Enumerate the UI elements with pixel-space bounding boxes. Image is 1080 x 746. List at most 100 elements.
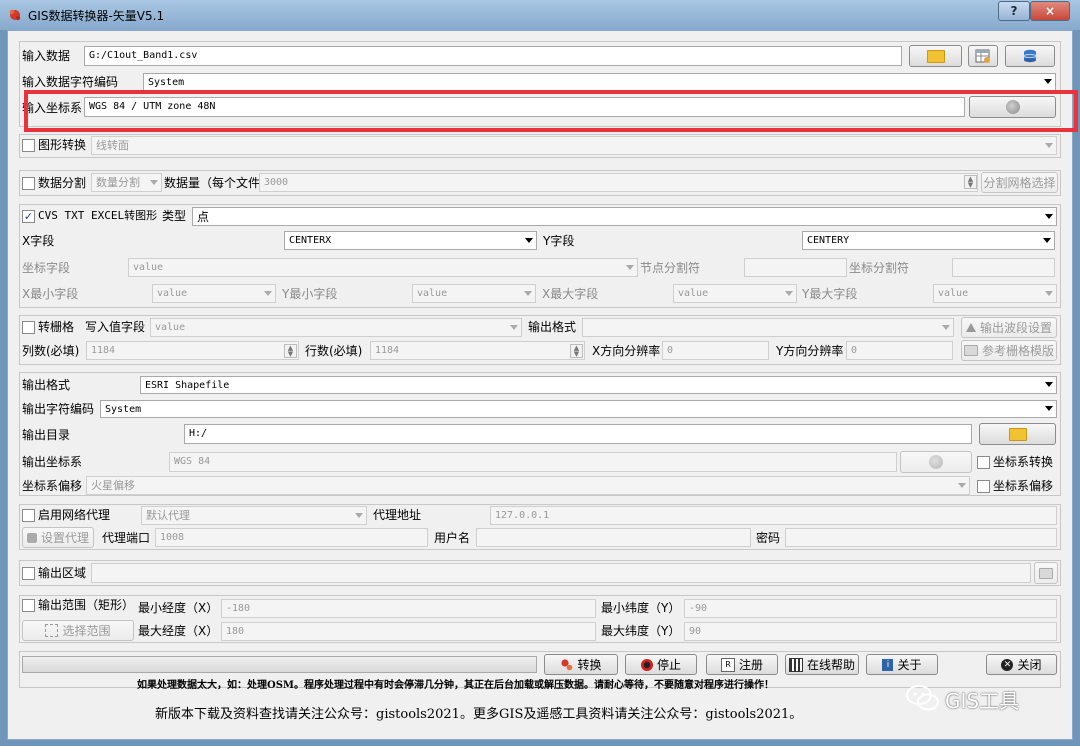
- online-help-button[interactable]: 在线帮助: [785, 654, 859, 675]
- globe-icon: [929, 455, 943, 469]
- raster-template-button[interactable]: 参考栅格模版: [961, 340, 1057, 361]
- output-dir-button[interactable]: [979, 423, 1056, 445]
- chevron-down-icon: [1045, 142, 1053, 148]
- chevron-down-icon: [524, 290, 532, 296]
- extent-checkbox[interactable]: [22, 599, 35, 612]
- split-checkbox[interactable]: [22, 177, 35, 190]
- raster-checkbox[interactable]: [22, 321, 35, 334]
- chevron-down-icon: [264, 290, 272, 296]
- qr-code-icon: [788, 657, 803, 672]
- min-lat-field[interactable]: -90: [684, 599, 1057, 618]
- max-lon-field[interactable]: 180: [221, 622, 596, 641]
- window-close-button[interactable]: ×: [1030, 1, 1070, 21]
- proxy-checkbox[interactable]: [22, 509, 35, 522]
- split-mode-value: 数量分割: [96, 176, 140, 189]
- cols-field[interactable]: 1184: [86, 341, 299, 360]
- proxy-pass-field[interactable]: [785, 528, 1057, 547]
- crs-offset-value: 火星偏移: [91, 479, 135, 492]
- geometry-select[interactable]: 线转面: [91, 136, 1057, 155]
- raster-format-select[interactable]: [582, 318, 954, 337]
- band-settings-label: 输出波段设置: [979, 321, 1052, 335]
- input-encoding-label: 输入数据字符编码: [22, 75, 119, 89]
- crs-offset-select[interactable]: 火星偏移: [86, 476, 970, 495]
- split-count-label: 数据量（每个文件: [164, 176, 261, 190]
- y-field-select[interactable]: CENTERY: [802, 231, 1055, 250]
- proxy-settings-button[interactable]: 设置代理: [22, 527, 94, 548]
- region-field[interactable]: [91, 563, 1031, 583]
- table-icon: [975, 49, 990, 63]
- xres-field[interactable]: 0: [662, 341, 769, 360]
- coord-field-select[interactable]: value: [128, 258, 638, 277]
- database-icon: [1023, 49, 1037, 63]
- raster-field-select[interactable]: value: [150, 318, 522, 337]
- node-sep-field[interactable]: [744, 258, 847, 277]
- coord-sep-field[interactable]: [952, 258, 1055, 277]
- crs-offset-checkbox[interactable]: [977, 480, 990, 493]
- ymax-field-select[interactable]: value: [933, 284, 1057, 303]
- split-mode-select[interactable]: 数量分割: [91, 173, 162, 192]
- register-button[interactable]: R 注册: [706, 654, 778, 675]
- y-field-label: Y字段: [543, 234, 575, 248]
- region-browse-button[interactable]: [1034, 562, 1058, 584]
- database-button[interactable]: [1005, 45, 1055, 67]
- region-checkbox[interactable]: [22, 567, 35, 580]
- geometry-value: 线转面: [96, 139, 129, 152]
- csv-type-select[interactable]: 点: [192, 207, 1057, 226]
- help-button[interactable]: ?: [998, 1, 1030, 21]
- csv-checkbox[interactable]: ✓: [22, 210, 35, 223]
- proxy-port-label: 代理端口: [102, 531, 151, 545]
- folder-icon: [1039, 567, 1053, 579]
- output-crs-button[interactable]: [900, 451, 972, 473]
- stop-label: 停止: [656, 658, 681, 672]
- output-format-select[interactable]: ESRI Shapefile: [140, 376, 1057, 394]
- band-settings-button[interactable]: 输出波段设置: [961, 317, 1057, 338]
- geometry-checkbox[interactable]: [22, 139, 35, 152]
- xmin-field-select[interactable]: value: [152, 284, 276, 303]
- output-dir-field[interactable]: H:/: [184, 424, 972, 444]
- proxy-mode-select[interactable]: 默认代理: [141, 506, 367, 525]
- chevron-down-icon: [1044, 79, 1052, 84]
- proxy-addr-field[interactable]: 127.0.0.1: [490, 506, 1057, 525]
- output-encoding-select[interactable]: System: [100, 400, 1057, 418]
- table-button[interactable]: [968, 45, 998, 67]
- split-grid-button[interactable]: 分割网格选择: [981, 172, 1058, 193]
- close-button[interactable]: ✕ 关闭: [986, 654, 1057, 675]
- min-lon-label: 最小经度（X）: [138, 601, 219, 615]
- input-data-field[interactable]: G:/C1out_Band1.csv: [84, 46, 902, 66]
- csv-label: CVS TXT EXCEL转图形: [38, 209, 158, 222]
- yres-field[interactable]: 0: [846, 341, 953, 360]
- input-encoding-select[interactable]: System: [143, 73, 1056, 91]
- raster-format-label: 输出格式: [528, 320, 577, 334]
- rows-field[interactable]: 1184: [370, 341, 585, 360]
- convert-button[interactable]: 转换: [544, 654, 618, 675]
- select-extent-button[interactable]: 选择范围: [22, 620, 134, 641]
- xmax-field-select[interactable]: value: [673, 284, 797, 303]
- yres-label: Y方向分辨率: [776, 344, 844, 358]
- x-field-label: X字段: [22, 234, 55, 248]
- stop-button[interactable]: 停止: [625, 654, 697, 675]
- chevron-down-icon: [150, 179, 158, 185]
- proxy-port-field[interactable]: 1008: [155, 528, 428, 547]
- spin-arrows-icon[interactable]: ▲ ▼: [284, 344, 297, 358]
- open-file-button[interactable]: [909, 45, 962, 67]
- crs-convert-checkbox[interactable]: [977, 456, 990, 469]
- proxy-user-field[interactable]: [476, 528, 751, 547]
- ymin-field-select[interactable]: value: [412, 284, 536, 303]
- crs-convert-label: 坐标系转换: [993, 455, 1054, 469]
- proxy-settings-label: 设置代理: [40, 531, 89, 545]
- split-count-field[interactable]: 3000: [259, 173, 978, 192]
- spin-arrows-icon[interactable]: ▲ ▼: [964, 175, 977, 189]
- max-lat-field[interactable]: 90: [684, 622, 1057, 641]
- x-field-select[interactable]: CENTERX: [284, 231, 537, 250]
- chevron-down-icon: [1045, 213, 1053, 219]
- y-field-value: CENTERY: [807, 235, 850, 246]
- min-lon-field[interactable]: -180: [221, 599, 596, 618]
- network-icon: [26, 532, 37, 543]
- about-label: 关于: [897, 658, 922, 672]
- region-label: 输出区域: [38, 566, 87, 580]
- spin-arrows-icon[interactable]: ▲ ▼: [570, 344, 583, 358]
- about-button[interactable]: i 关于: [866, 654, 938, 675]
- output-encoding-label: 输出字符编码: [22, 402, 95, 416]
- register-label: 注册: [738, 658, 763, 672]
- output-crs-field[interactable]: WGS 84: [169, 452, 897, 472]
